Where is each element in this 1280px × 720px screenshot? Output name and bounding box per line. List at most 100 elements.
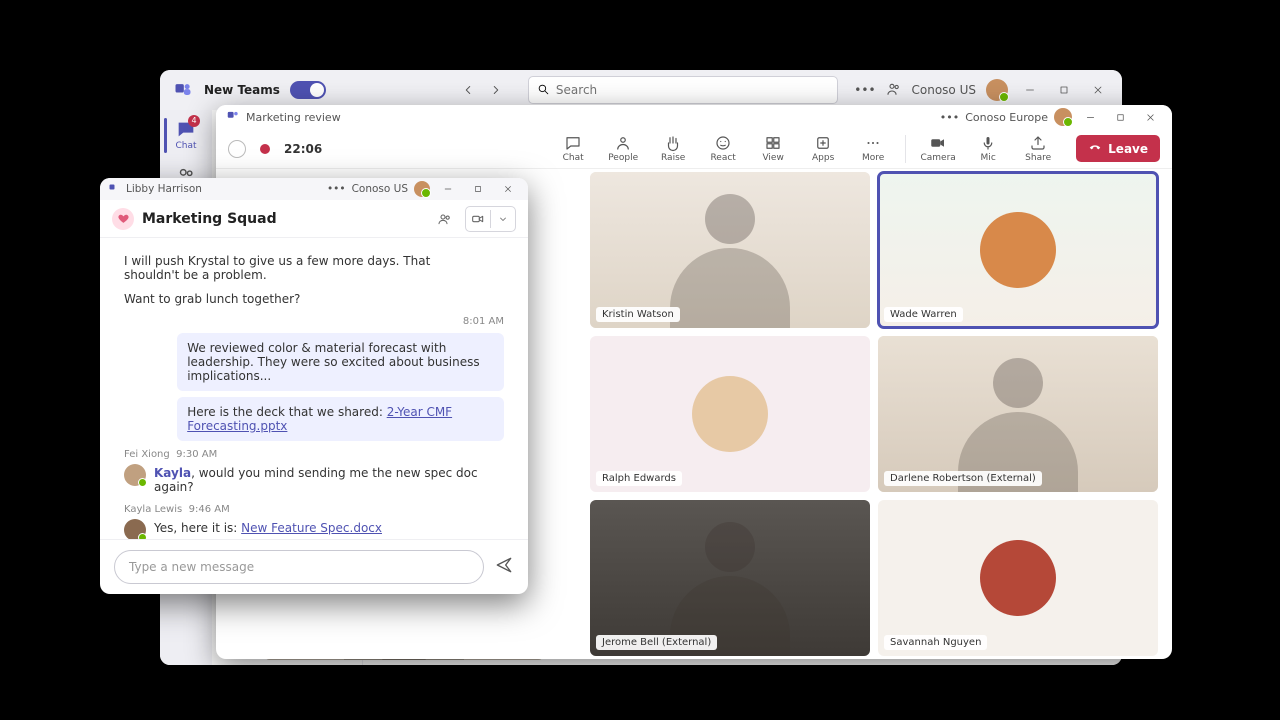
heart-icon	[112, 208, 134, 230]
sender-avatar[interactable]	[124, 519, 146, 539]
meeting-avatar[interactable]	[1054, 108, 1072, 126]
participant-avatar	[692, 376, 768, 452]
main-minimize-button[interactable]	[1018, 79, 1042, 101]
search-icon	[537, 81, 550, 100]
message-meta: Kayla Lewis 9:46 AM	[124, 504, 504, 515]
meeting-maximize-button[interactable]	[1108, 106, 1132, 128]
video-tile[interactable]: Darlene Robertson (External)	[878, 336, 1158, 492]
tool-camera[interactable]: Camera	[920, 134, 956, 163]
sender-name: Fei Xiong	[124, 449, 170, 460]
tool-react[interactable]: React	[705, 134, 741, 163]
chevron-down-icon[interactable]	[491, 207, 515, 231]
message-row[interactable]: Kayla, would you mind sending me the new…	[124, 464, 504, 496]
tool-more[interactable]: More	[855, 134, 891, 163]
participant-avatar	[980, 212, 1056, 288]
more-icon[interactable]: •••	[327, 183, 346, 195]
tool-view[interactable]: View	[755, 134, 791, 163]
org-icon[interactable]	[886, 81, 902, 100]
chat-minimize-button[interactable]	[436, 178, 460, 200]
chat-avatar[interactable]	[414, 181, 430, 197]
chat-owner: Libby Harrison	[126, 183, 202, 195]
message-outgoing[interactable]: Here is the deck that we shared: 2-Year …	[177, 397, 504, 441]
camera-icon	[466, 207, 490, 231]
participant-video	[590, 172, 870, 328]
message-row[interactable]: Yes, here it is: New Feature Spec.docx N…	[124, 519, 504, 539]
mention[interactable]: Kayla	[154, 466, 191, 480]
tool-people[interactable]: People	[605, 134, 641, 163]
participant-name: Wade Warren	[884, 307, 963, 322]
participant-avatar	[980, 540, 1056, 616]
message[interactable]: Want to grab lunch together?	[124, 290, 451, 308]
new-teams-toggle[interactable]	[290, 81, 326, 99]
rail-chat[interactable]: 4 Chat	[164, 116, 208, 155]
send-button[interactable]	[494, 555, 514, 579]
sender-avatar[interactable]	[124, 464, 146, 486]
chat-close-button[interactable]	[496, 178, 520, 200]
video-tile[interactable]: Wade Warren	[878, 172, 1158, 328]
org-label[interactable]: Conoso US	[912, 83, 976, 97]
video-tile[interactable]: Savannah Nguyen	[878, 500, 1158, 656]
attachment-link[interactable]: New Feature Spec.docx	[241, 521, 382, 535]
teams-logo-icon	[226, 109, 240, 126]
meeting-toolbar: 22:06 Chat People Raise React View Apps …	[216, 129, 1172, 169]
compose-input[interactable]: Type a new message	[114, 550, 484, 584]
message-outgoing[interactable]: We reviewed color & material forecast wi…	[177, 333, 504, 391]
like-button[interactable]	[228, 140, 246, 158]
message[interactable]: I will push Krystal to give us a few mor…	[124, 252, 451, 284]
participant-name: Ralph Edwards	[596, 471, 682, 486]
meeting-timer: 22:06	[284, 142, 322, 156]
main-avatar[interactable]	[986, 79, 1008, 101]
nav-buttons	[456, 78, 508, 102]
tool-mic[interactable]: Mic	[970, 134, 1006, 163]
meeting-close-button[interactable]	[1138, 106, 1162, 128]
video-call-button[interactable]	[465, 206, 516, 232]
video-tile[interactable]: Ralph Edwards	[590, 336, 870, 492]
main-close-button[interactable]	[1086, 79, 1110, 101]
search-input[interactable]	[556, 83, 829, 97]
chat-maximize-button[interactable]	[466, 178, 490, 200]
chat-badge: 4	[188, 115, 200, 127]
leave-label: Leave	[1108, 142, 1148, 156]
participant-name: Savannah Nguyen	[884, 635, 987, 650]
participant-name: Kristin Watson	[596, 307, 680, 322]
tool-apps[interactable]: Apps	[805, 134, 841, 163]
compose-bar: Type a new message	[100, 539, 528, 594]
tool-chat[interactable]: Chat	[555, 134, 591, 163]
compose-placeholder: Type a new message	[129, 560, 254, 574]
video-tile[interactable]: Jerome Bell (External)	[590, 500, 870, 656]
participant-video	[590, 500, 870, 656]
main-right-controls: ••• Conoso US	[854, 79, 1110, 101]
people-icon[interactable]	[433, 207, 457, 231]
video-tile[interactable]: Kristin Watson	[590, 172, 870, 328]
meeting-title: Marketing review	[246, 111, 341, 124]
teams-logo-icon	[108, 182, 120, 197]
chat-org-label[interactable]: Conoso US	[352, 183, 408, 195]
nav-back-button[interactable]	[456, 78, 480, 102]
rail-chat-label: Chat	[164, 141, 208, 151]
tool-share[interactable]: Share	[1020, 134, 1056, 163]
nav-forward-button[interactable]	[484, 78, 508, 102]
chat-messages[interactable]: I will push Krystal to give us a few mor…	[100, 238, 528, 539]
timestamp: 8:01 AM	[124, 316, 504, 327]
participant-video	[878, 336, 1158, 492]
timestamp: 9:46 AM	[189, 504, 230, 515]
phone-down-icon	[1088, 140, 1102, 157]
search-box[interactable]	[528, 76, 838, 104]
teams-logo-icon	[172, 79, 194, 101]
main-maximize-button[interactable]	[1052, 79, 1076, 101]
message-meta: Fei Xiong 9:30 AM	[124, 449, 504, 460]
message-text: , would you mind sending me the new spec…	[154, 466, 478, 494]
tool-raise[interactable]: Raise	[655, 134, 691, 163]
meeting-minimize-button[interactable]	[1078, 106, 1102, 128]
participant-name: Jerome Bell (External)	[596, 635, 717, 650]
new-teams-label: New Teams	[204, 83, 280, 97]
more-icon[interactable]: •••	[854, 83, 875, 97]
more-icon[interactable]: •••	[940, 111, 959, 124]
meeting-titlebar: Marketing review ••• Conoso Europe	[216, 105, 1172, 129]
chat-title: Marketing Squad	[142, 211, 277, 227]
timestamp: 9:30 AM	[176, 449, 217, 460]
main-titlebar: New Teams ••• Conoso US	[160, 70, 1122, 110]
leave-button[interactable]: Leave	[1076, 135, 1160, 162]
meeting-org-label[interactable]: Conoso Europe	[965, 111, 1048, 124]
meeting-tools: Chat People Raise React View Apps More C…	[555, 134, 1160, 163]
